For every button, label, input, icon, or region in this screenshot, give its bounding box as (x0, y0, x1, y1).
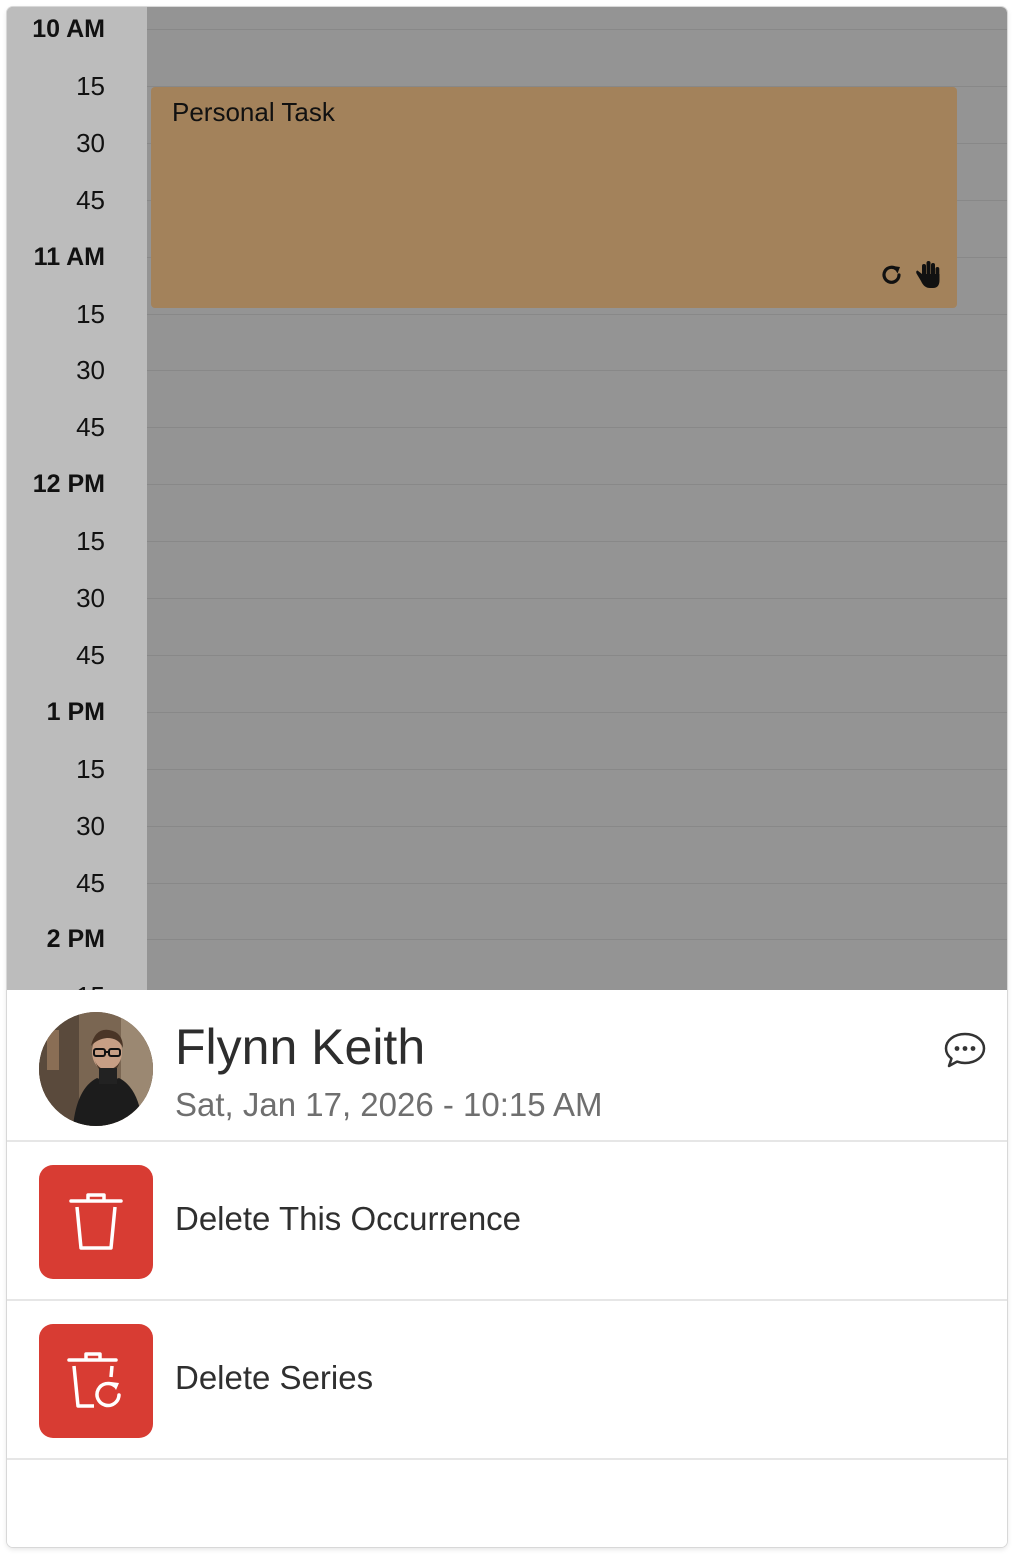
time-label: 45 (76, 639, 105, 670)
grid-line (147, 29, 1007, 30)
time-label: 30 (76, 127, 105, 158)
person-name: Flynn Keith (175, 1019, 426, 1075)
grid-line (147, 882, 1007, 884)
sheet-header: Flynn Keith Sat, Jan 17, 2026 - 10:15 AM (7, 990, 1007, 1142)
grid-line (147, 654, 1007, 656)
time-label: 15 (76, 70, 105, 101)
chat-bubble-icon[interactable] (943, 1030, 987, 1075)
event-datetime: Sat, Jan 17, 2026 - 10:15 AM (175, 1086, 603, 1123)
time-label: 10 AM (32, 15, 105, 43)
time-label: 2 PM (46, 925, 105, 954)
time-label: 1 PM (46, 697, 105, 726)
event-icons (879, 259, 943, 296)
event-title: Personal Task (172, 97, 335, 127)
delete-occurrence-button[interactable]: Delete This Occurrence (7, 1142, 1007, 1301)
time-label: 30 (76, 583, 105, 613)
time-label: 15 (76, 526, 105, 557)
time-label: 45 (76, 184, 105, 215)
trash-recurring-icon (39, 1324, 153, 1438)
time-label: 30 (76, 810, 105, 841)
grid-line (147, 541, 1007, 543)
grid-line (147, 427, 1007, 429)
time-label: 45 (76, 412, 105, 443)
delete-series-label: Delete Series (175, 1359, 374, 1396)
action-sheet: Flynn Keith Sat, Jan 17, 2026 - 10:15 AM (7, 990, 1007, 1547)
grid-line (147, 711, 1007, 713)
time-label: 15 (7, 981, 105, 990)
time-label: 12 PM (32, 470, 105, 499)
hand-icon (915, 259, 943, 296)
time-label: 45 (76, 867, 105, 898)
avatar (39, 1012, 153, 1126)
delete-series-button[interactable]: Delete Series (7, 1301, 1007, 1460)
delete-occurrence-label: Delete This Occurrence (175, 1200, 522, 1237)
grid-line (147, 825, 1007, 827)
grid-line (147, 598, 1007, 599)
time-label: 11 AM (33, 242, 105, 271)
recurring-icon (879, 262, 905, 293)
app-frame: Personal Task 10 AM 15 30 45 11 AM 15 30… (7, 7, 1007, 1547)
time-label: 30 (76, 355, 105, 386)
trash-icon (39, 1165, 153, 1279)
grid-line (147, 939, 1007, 941)
time-label: 15 (76, 753, 105, 784)
grid-line (147, 768, 1007, 770)
grid-line (147, 484, 1007, 486)
grid-line (147, 370, 1007, 372)
day-calendar[interactable]: Personal Task 10 AM 15 30 45 11 AM 15 30… (7, 7, 1007, 990)
event-personal-task[interactable]: Personal Task (151, 87, 957, 308)
grid-line (147, 313, 1007, 315)
time-label: 15 (76, 298, 105, 329)
